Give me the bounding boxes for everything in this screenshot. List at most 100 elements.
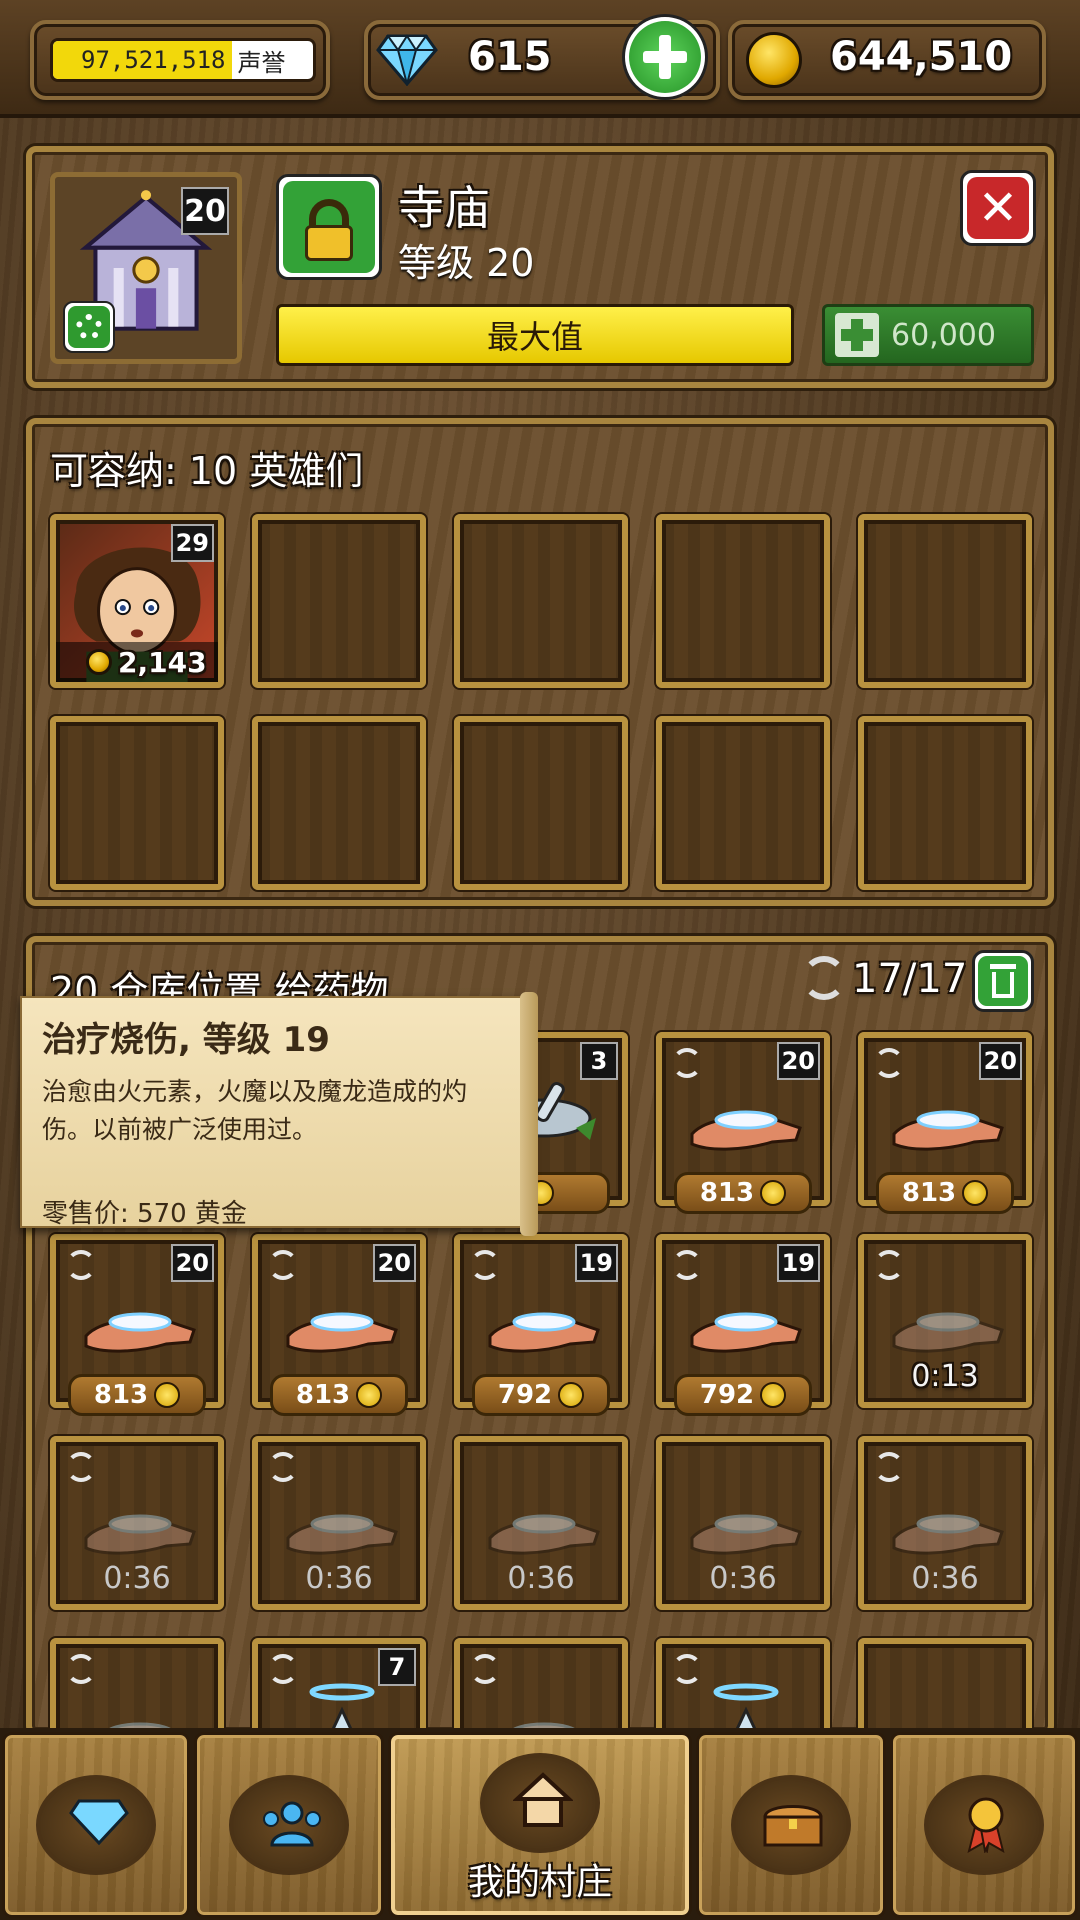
item-price-value: 813 xyxy=(295,1380,351,1410)
gold-coin-icon xyxy=(154,1382,181,1408)
reputation-panel: 97,521,518 声誉 xyxy=(30,20,330,100)
item-price-value: 792 xyxy=(699,1380,755,1410)
upgrade-cost: 60,000 xyxy=(891,317,996,353)
item-tooltip: 治疗烧伤, 等级 19 治愈由火元素，火魔以及魔龙造成的灼伤。以前被广泛使用过。… xyxy=(20,992,538,1236)
building-portrait[interactable]: 20 xyxy=(50,172,242,364)
refresh-icon[interactable] xyxy=(802,956,846,1000)
potion-slot[interactable]: 19 792 xyxy=(656,1234,830,1416)
empty-potion-slot[interactable] xyxy=(858,1638,1032,1730)
potion-slot[interactable]: 0:36 xyxy=(454,1436,628,1610)
potion-slot[interactable]: 19 792 xyxy=(454,1234,628,1416)
potion-slot[interactable] xyxy=(656,1638,830,1730)
item-level-badge: 20 xyxy=(776,1042,820,1080)
burn-cure-icon xyxy=(690,1312,802,1353)
upgrade-button[interactable]: 60,000 xyxy=(822,304,1034,366)
item-price: 813 xyxy=(68,1374,206,1416)
potion-slot[interactable]: 0:36 xyxy=(656,1436,830,1610)
gold-coin-icon xyxy=(356,1382,383,1408)
trash-button[interactable] xyxy=(972,950,1034,1012)
potion-slot[interactable] xyxy=(50,1638,224,1730)
burn-cure-icon xyxy=(892,1514,1004,1555)
item-level-badge: 20 xyxy=(978,1042,1022,1080)
gear-icon xyxy=(68,306,110,348)
nav-achievements-button[interactable] xyxy=(890,1732,1078,1918)
potion-slot[interactable]: 20 813 xyxy=(858,1032,1032,1214)
empty-hero-slot[interactable] xyxy=(656,514,830,688)
empty-hero-slot[interactable] xyxy=(252,514,426,688)
item-price: 813 xyxy=(674,1172,812,1214)
hero-slot[interactable]: 29 2,143 xyxy=(50,514,224,688)
refresh-icon xyxy=(672,1250,702,1280)
item-price-value: 813 xyxy=(901,1178,957,1208)
heroes-title: 可容纳: 10 英雄们 xyxy=(50,449,364,493)
empty-hero-slot[interactable] xyxy=(858,716,1032,890)
building-name: 寺庙 xyxy=(398,181,490,235)
potion-slot[interactable] xyxy=(454,1638,628,1730)
empty-hero-slot[interactable] xyxy=(50,716,224,890)
potion-slot[interactable]: 20 813 xyxy=(252,1234,426,1416)
empty-hero-slot[interactable] xyxy=(858,514,1032,688)
refresh-icon xyxy=(874,1048,904,1078)
people-icon xyxy=(263,1801,321,1847)
close-button[interactable]: ✕ xyxy=(960,170,1036,246)
burn-cure-icon xyxy=(690,1110,802,1151)
lock-icon xyxy=(283,181,375,273)
storage-count: 17/17 xyxy=(852,956,968,1002)
plus-icon xyxy=(629,21,701,93)
potion-slot[interactable]: 0:13 xyxy=(858,1234,1032,1408)
bottom-nav: 我的村庄 xyxy=(0,1728,1080,1920)
burn-cure-icon xyxy=(286,1514,398,1555)
potion-slot[interactable]: 7 xyxy=(252,1638,426,1730)
empty-hero-slot[interactable] xyxy=(454,716,628,890)
medal-icon xyxy=(967,1797,1005,1853)
empty-hero-slot[interactable] xyxy=(454,514,628,688)
gold-panel: 644,510 xyxy=(728,20,1046,100)
refresh-icon xyxy=(66,1452,96,1482)
refresh-icon xyxy=(672,1048,702,1078)
gold-coin-icon xyxy=(746,32,802,88)
potion-slot[interactable]: 20 813 xyxy=(656,1032,830,1214)
item-price: 813 xyxy=(270,1374,408,1416)
nav-heroes-button[interactable] xyxy=(194,1732,384,1918)
tooltip-title: 治疗烧伤, 等级 19 xyxy=(42,1020,330,1060)
refresh-icon xyxy=(268,1452,298,1482)
item-level-badge: 19 xyxy=(574,1244,618,1282)
refresh-icon xyxy=(268,1250,298,1280)
refresh-icon xyxy=(470,1250,500,1280)
empty-hero-slot[interactable] xyxy=(252,716,426,890)
lock-button[interactable] xyxy=(276,174,382,280)
item-price-value: 813 xyxy=(699,1178,755,1208)
potion-slot[interactable]: 20 813 xyxy=(50,1234,224,1416)
brew-timer: 0:13 xyxy=(911,1359,979,1394)
brew-timer: 0:36 xyxy=(103,1561,171,1596)
gold-coin-icon xyxy=(86,649,112,675)
item-price-value: 813 xyxy=(93,1380,149,1410)
empty-hero-slot[interactable] xyxy=(656,716,830,890)
gold-count: 644,510 xyxy=(830,34,1013,80)
close-icon: ✕ xyxy=(967,177,1029,239)
potion-slot[interactable]: 0:36 xyxy=(252,1436,426,1610)
item-price: 792 xyxy=(674,1374,812,1416)
potion-slot[interactable]: 0:36 xyxy=(50,1436,224,1610)
buy-gems-button[interactable] xyxy=(622,14,708,100)
treasure-chest-icon xyxy=(763,1805,823,1847)
hero-level-badge: 29 xyxy=(170,524,214,562)
brew-timer: 0:36 xyxy=(911,1561,979,1596)
building-level-text: 等级 20 xyxy=(398,241,535,285)
settings-button[interactable] xyxy=(63,301,115,353)
hero-price: 2,143 xyxy=(56,642,218,682)
diamond-icon xyxy=(376,34,438,86)
item-price-value: 792 xyxy=(497,1380,553,1410)
gold-coin-icon xyxy=(558,1382,585,1408)
item-level-badge: 19 xyxy=(776,1244,820,1282)
refresh-icon xyxy=(66,1250,96,1280)
nav-village-button[interactable]: 我的村庄 xyxy=(388,1732,692,1918)
reputation-value: 97,521,518 xyxy=(53,41,232,79)
plus-icon xyxy=(835,313,879,357)
burn-cure-icon xyxy=(286,1312,398,1353)
nav-shop-button[interactable] xyxy=(2,1732,190,1918)
refresh-icon xyxy=(874,1250,904,1280)
nav-inventory-button[interactable] xyxy=(696,1732,886,1918)
burn-cure-icon xyxy=(892,1312,1004,1353)
potion-slot[interactable]: 0:36 xyxy=(858,1436,1032,1610)
